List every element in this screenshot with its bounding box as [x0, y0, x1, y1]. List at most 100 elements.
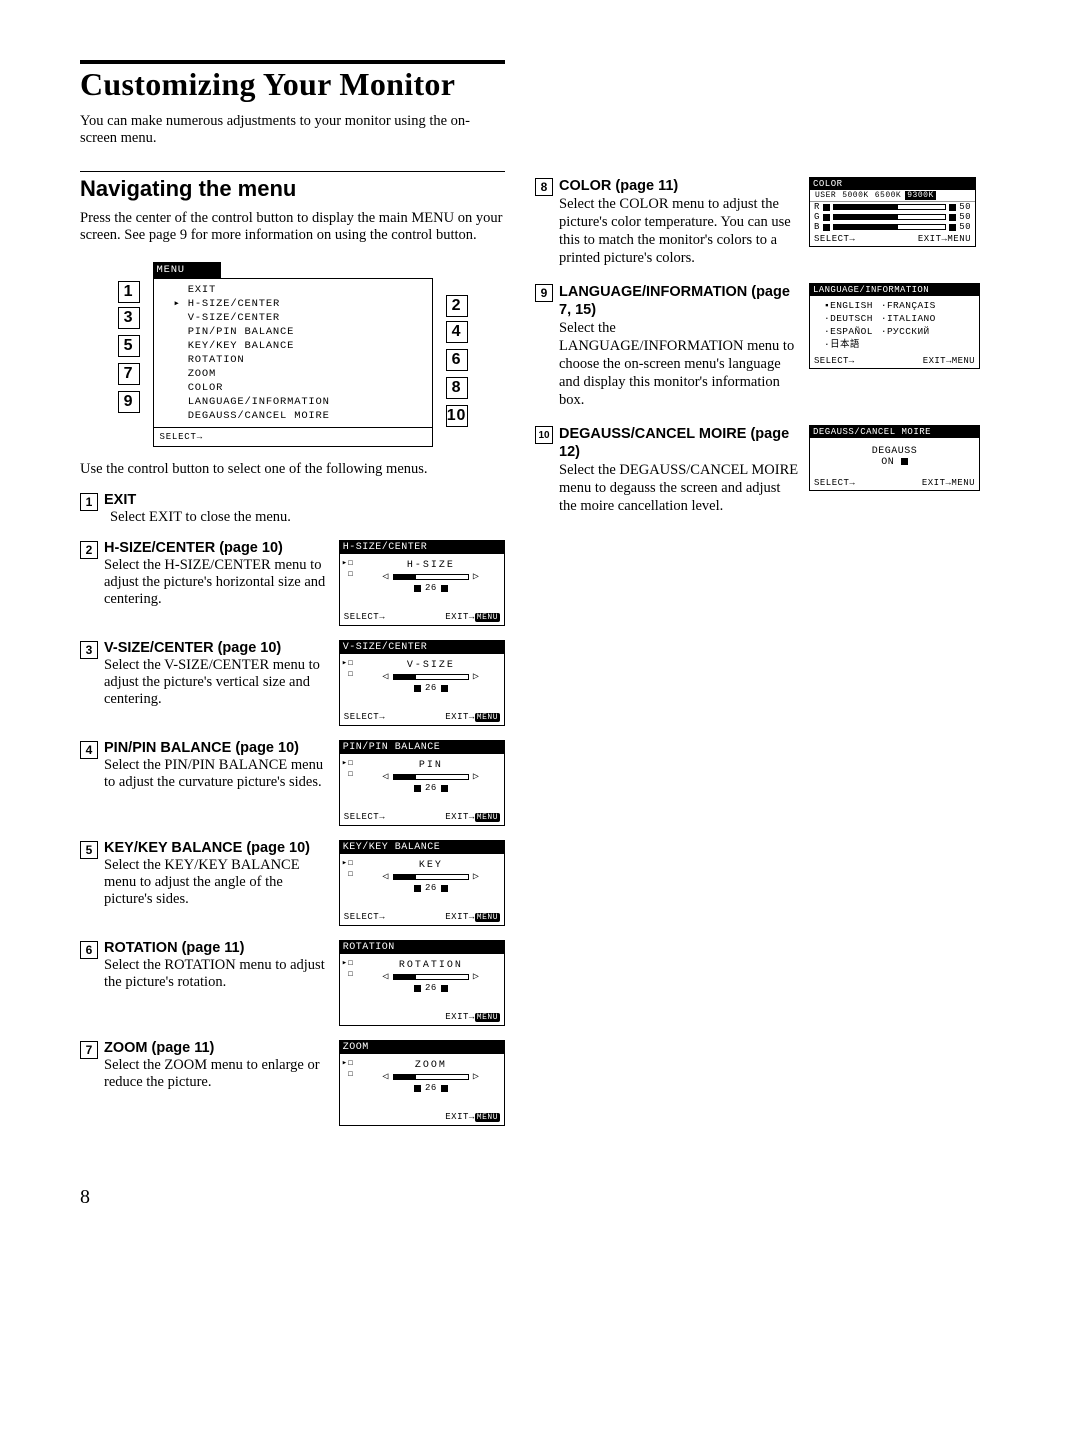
osd-value: 26: [425, 883, 437, 893]
osd-param-label: V-SIZE: [364, 660, 498, 671]
osd-title: ROTATION: [340, 941, 504, 954]
menu-item: ROTATION: [174, 353, 426, 367]
callout-6: 6: [446, 349, 468, 371]
item-8: 8 COLOR (page 11) Select the COLOR menu …: [535, 177, 980, 267]
menu-body: 1 3 5 7 9 2 4 6 8 10 EXIT ▸ H-SIZE/CENTE…: [153, 278, 433, 428]
page-title: Customizing Your Monitor: [80, 66, 1000, 103]
item-title: LANGUAGE/INFORMATION (page 7, 15): [559, 284, 790, 318]
item-desc: Select EXIT to close the menu.: [110, 509, 505, 526]
item-title: KEY/KEY BALANCE (page 10): [104, 840, 310, 856]
osd-side-icons: ▸☐ ☐: [342, 858, 354, 880]
osd-panel: PIN/PIN BALANCE▸☐ ☐PIN◁▷26SELECT→EXIT→ME…: [339, 740, 505, 826]
item-desc: Select the LANGUAGE/INFORMATION menu to …: [559, 320, 794, 408]
item-desc: Select the DEGAUSS/CANCEL MOIRE menu to …: [559, 462, 798, 514]
item-9: 9 LANGUAGE/INFORMATION (page 7, 15) Sele…: [535, 283, 980, 409]
box-number: 2: [80, 541, 98, 559]
osd-side-icons: ▸☐ ☐: [342, 958, 354, 980]
item-desc: Select the ROTATION menu to adjust the p…: [104, 957, 329, 991]
osd-param-label: PIN: [364, 760, 498, 771]
menu-item: ▸ H-SIZE/CENTER: [174, 297, 426, 311]
color-tabs: USER5000K6500K9300K: [810, 190, 975, 202]
menu-item: V-SIZE/CENTER: [174, 311, 426, 325]
menu-item: KEY/KEY BALANCE: [174, 339, 426, 353]
osd-panel: ROTATION▸☐ ☐ROTATION◁▷26EXIT→MENU: [339, 940, 505, 1026]
section-heading: Navigating the menu: [80, 171, 505, 202]
item-title: ZOOM (page 11): [104, 1040, 214, 1056]
osd-panel: KEY/KEY BALANCE▸☐ ☐KEY◁▷26SELECT→EXIT→ME…: [339, 840, 505, 926]
callout-4: 4: [446, 321, 468, 343]
item-title: PIN/PIN BALANCE (page 10): [104, 740, 299, 756]
callout-9: 9: [118, 391, 140, 413]
box-number: 9: [535, 284, 553, 302]
item-7: 7 ZOOM (page 11)Select the ZOOM menu to e…: [80, 1040, 505, 1126]
menu-item: EXIT: [174, 283, 426, 297]
osd-panel: H-SIZE/CENTER▸☐ ☐H-SIZE◁▷26SELECT→EXIT→M…: [339, 540, 505, 626]
item-title: V-SIZE/CENTER (page 10): [104, 640, 281, 656]
intro-text: You can make numerous adjustments to you…: [80, 113, 505, 147]
osd-side-icons: ▸☐ ☐: [342, 658, 354, 680]
item-desc: Select the KEY/KEY BALANCE menu to adjus…: [104, 857, 329, 908]
menu-item: COLOR: [174, 381, 426, 395]
osd-value: 26: [425, 783, 437, 793]
osd-title: LANGUAGE/INFORMATION: [810, 284, 979, 296]
box-number: 4: [80, 741, 98, 759]
osd-side-icons: ▸☐ ☐: [342, 758, 354, 780]
degauss-osd: DEGAUSS/CANCEL MOIRE DEGAUSS ON SELECT→E…: [809, 425, 980, 491]
item-title: ROTATION (page 11): [104, 940, 244, 956]
callout-10: 10: [446, 405, 468, 427]
osd-param-label: ZOOM: [364, 1060, 498, 1071]
callout-1: 1: [118, 281, 140, 303]
callout-3: 3: [118, 307, 140, 329]
osd-title: V-SIZE/CENTER: [340, 641, 504, 654]
menu-item: DEGAUSS/CANCEL MOIRE: [174, 409, 426, 423]
box-number: 3: [80, 641, 98, 659]
item-desc: Select the V-SIZE/CENTER menu to adjust …: [104, 657, 329, 708]
item-2: 2 H-SIZE/CENTER (page 10)Select the H-SIZ…: [80, 540, 505, 626]
item-1: 1 EXIT Select EXIT to close the menu.: [80, 492, 505, 526]
menu-footer: SELECT→: [153, 428, 433, 447]
osd-title: DEGAUSS/CANCEL MOIRE: [810, 426, 979, 438]
box-number: 8: [535, 178, 553, 196]
osd-side-icons: ▸☐ ☐: [342, 558, 354, 580]
item-desc: Select the PIN/PIN BALANCE menu to adjus…: [104, 757, 329, 791]
callout-8: 8: [446, 377, 468, 399]
callout-7: 7: [118, 363, 140, 385]
item-desc: Select the H-SIZE/CENTER menu to adjust …: [104, 557, 329, 608]
osd-panel: ZOOM▸☐ ☐ZOOM◁▷26EXIT→MENU: [339, 1040, 505, 1126]
box-number: 10: [535, 426, 553, 444]
main-menu-osd: MENU 1 3 5 7 9 2 4 6 8 10 EXIT ▸ H-SIZE/…: [153, 262, 433, 447]
nav-paragraph: Press the center of the control button t…: [80, 210, 505, 244]
item-4: 4 PIN/PIN BALANCE (page 10)Select the PIN…: [80, 740, 505, 826]
item-title: H-SIZE/CENTER (page 10): [104, 540, 283, 556]
degauss-label: DEGAUSS: [814, 446, 975, 457]
item-desc: Select the COLOR menu to adjust the pict…: [559, 196, 791, 266]
osd-value: 26: [425, 1083, 437, 1093]
osd-param-label: KEY: [364, 860, 498, 871]
color-osd: COLOR USER5000K6500K9300K R50 G50 B50 SE…: [809, 177, 976, 247]
osd-title: KEY/KEY BALANCE: [340, 841, 504, 854]
osd-value: 26: [425, 983, 437, 993]
menu-item: PIN/PIN BALANCE: [174, 325, 426, 339]
item-title: COLOR (page 11): [559, 178, 678, 194]
page-number: 8: [80, 1186, 1000, 1209]
item-title: EXIT: [104, 492, 136, 508]
item-5: 5 KEY/KEY BALANCE (page 10)Select the KEY…: [80, 840, 505, 926]
menu-item: LANGUAGE/INFORMATION: [174, 395, 426, 409]
menu-title: MENU: [153, 262, 221, 278]
osd-side-icons: ▸☐ ☐: [342, 1058, 354, 1080]
osd-value: 26: [425, 583, 437, 593]
callout-5: 5: [118, 335, 140, 357]
language-osd: LANGUAGE/INFORMATION ▪ENGLISH ·DEUTSCH ·…: [809, 283, 980, 369]
item-title: DEGAUSS/CANCEL MOIRE (page 12): [559, 426, 789, 460]
box-number: 1: [80, 493, 98, 511]
box-number: 5: [80, 841, 98, 859]
osd-value: 26: [425, 683, 437, 693]
item-3: 3 V-SIZE/CENTER (page 10)Select the V-SIZ…: [80, 640, 505, 726]
use-control-text: Use the control button to select one of …: [80, 461, 505, 478]
item-desc: Select the ZOOM menu to enlarge or reduc…: [104, 1057, 329, 1091]
osd-title: H-SIZE/CENTER: [340, 541, 504, 554]
osd-panel: V-SIZE/CENTER▸☐ ☐V-SIZE◁▷26SELECT→EXIT→M…: [339, 640, 505, 726]
osd-param-label: H-SIZE: [364, 560, 498, 571]
osd-param-label: ROTATION: [364, 960, 498, 971]
box-number: 7: [80, 1041, 98, 1059]
